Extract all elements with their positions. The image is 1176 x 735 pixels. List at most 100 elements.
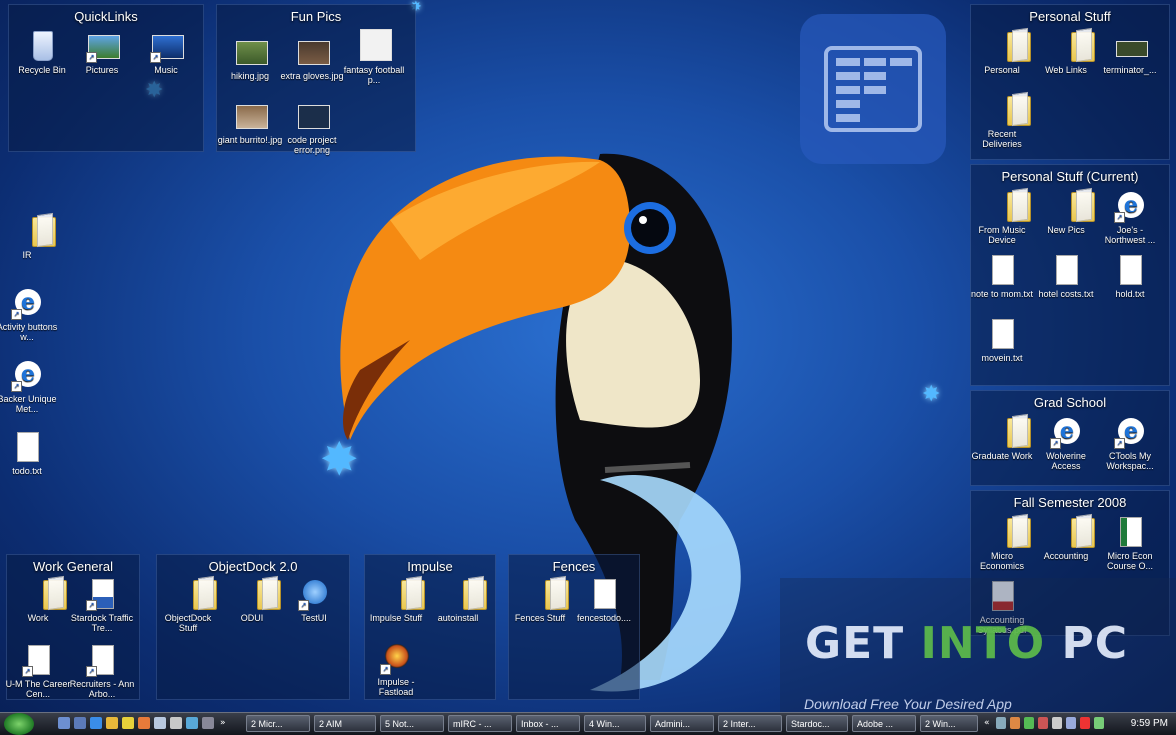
fence-fences[interactable]: Fences Fences Stuff fencestodo....: [508, 554, 640, 700]
image-thumbnail-icon: [296, 35, 330, 69]
switch-windows-icon[interactable]: [74, 717, 86, 729]
video-file-icon: [1114, 29, 1148, 63]
icon-label: Fences Stuff: [514, 613, 566, 623]
link-recruiters-ann-arbor[interactable]: ↗ Recruiters - Ann Arbo...: [69, 643, 135, 699]
tray-security-icon[interactable]: [1010, 717, 1020, 729]
taskbar-button-aim[interactable]: 2 AIM: [314, 715, 376, 732]
icon-label: Accounting: [1043, 551, 1089, 561]
file-icon-fantasy-football[interactable]: fantasy football p...: [341, 29, 407, 85]
taskbar-button-win[interactable]: 2 Win...: [920, 715, 978, 732]
folder-objectdock-stuff[interactable]: ObjectDock Stuff: [155, 577, 221, 633]
tray-arrow-icon[interactable]: «: [984, 717, 992, 729]
folder-new-pics[interactable]: New Pics: [1033, 189, 1099, 235]
desktop-link-backer[interactable]: e ↗ Backer Unique Met...: [0, 358, 60, 414]
media-player-icon[interactable]: [138, 717, 150, 729]
tray-update-icon[interactable]: [1038, 717, 1048, 729]
fence-impulse[interactable]: Impulse Impulse Stuff autoinstall ↗ Impu…: [364, 554, 496, 700]
fence-title: Personal Stuff (Current): [1001, 169, 1139, 184]
tray-volume-icon[interactable]: [1052, 717, 1062, 729]
tray-extra-icon[interactable]: [1094, 717, 1104, 729]
network-icon[interactable]: [186, 717, 198, 729]
file-fencestodo[interactable]: fencestodo....: [571, 577, 637, 623]
icon-label: ODUI: [240, 613, 264, 623]
taskbar-clock[interactable]: 9:59 PM: [1131, 713, 1168, 735]
desktop-folder-ir[interactable]: IR: [0, 214, 60, 260]
tray-network-icon[interactable]: [996, 717, 1006, 729]
icon-label: Wolverine Access: [1046, 451, 1086, 471]
watermark-tagline: Download Free Your Desired App: [804, 696, 1012, 712]
file-icon-extra-gloves[interactable]: extra gloves.jpg: [279, 35, 345, 81]
link-stardock-traffic[interactable]: ↗ Stardock Traffic Tre...: [69, 577, 135, 633]
file-movein[interactable]: movein.txt: [969, 317, 1035, 363]
taskbar-button-adobe[interactable]: Adobe ...: [852, 715, 916, 732]
tray-power-icon[interactable]: [1066, 717, 1076, 729]
fence-fun-pics[interactable]: Fun Pics hiking.jpg extra gloves.jpg fan…: [216, 4, 416, 155]
folder-micro-economics[interactable]: Micro Economics: [969, 515, 1035, 571]
icon-label: IR: [22, 250, 32, 260]
icon-label: Recent Deliveries: [982, 129, 1022, 149]
file-hold[interactable]: hold.txt: [1097, 253, 1163, 299]
file-hotel-costs[interactable]: hotel costs.txt: [1033, 253, 1099, 299]
folder-recent-deliveries[interactable]: Recent Deliveries: [969, 93, 1035, 149]
fence-personal-stuff-current[interactable]: Personal Stuff (Current) From Music Devi…: [970, 164, 1170, 386]
file-icon-hiking[interactable]: hiking.jpg: [217, 35, 283, 81]
folder-work[interactable]: Work: [5, 577, 71, 623]
folder-from-music-device[interactable]: From Music Device: [969, 189, 1035, 245]
fence-grad-school[interactable]: Grad School Graduate Work e ↗ Wolverine A…: [970, 390, 1170, 486]
folder-web-links[interactable]: Web Links: [1033, 29, 1099, 75]
folder-impulse-stuff[interactable]: Impulse Stuff: [363, 577, 429, 623]
folder-odui[interactable]: ODUI: [219, 577, 285, 623]
tray-app-icon[interactable]: [1080, 717, 1090, 729]
watermark-logo: GET INTO PC: [805, 618, 1128, 669]
taskbar-button-admin[interactable]: Admini...: [650, 715, 714, 732]
start-button[interactable]: [4, 713, 34, 735]
app-impulse-fastload[interactable]: ↗ Impulse -Fastload: [363, 641, 429, 697]
folder-accounting[interactable]: Accounting: [1033, 515, 1099, 561]
quicklaunch-more-icon[interactable]: »: [220, 717, 228, 729]
calculator-icon[interactable]: [170, 717, 182, 729]
desktop-file-todo[interactable]: todo.txt: [0, 430, 60, 476]
taskbar-button-internet[interactable]: 2 Inter...: [718, 715, 782, 732]
link-joes-northwest[interactable]: e ↗ Joe's - Northwest ...: [1097, 189, 1163, 245]
fence-work-general[interactable]: Work General Work ↗ Stardock Traffic Tre…: [6, 554, 140, 700]
desktop-icon-music[interactable]: ↗ Music: [133, 29, 199, 75]
show-desktop-icon[interactable]: [58, 717, 70, 729]
fence-quicklinks[interactable]: QuickLinks Recycle Bin ↗ Pictures ↗ Musi…: [8, 4, 204, 152]
computer-icon[interactable]: [154, 717, 166, 729]
app-testui[interactable]: ↗ TestUI: [281, 577, 347, 623]
fence-personal-stuff[interactable]: Personal Stuff Personal Web Links termin…: [970, 4, 1170, 160]
messenger-icon[interactable]: [106, 717, 118, 729]
internet-explorer-icon[interactable]: [90, 717, 102, 729]
link-wolverine-access[interactable]: e ↗ Wolverine Access: [1033, 415, 1099, 471]
file-note-to-mom[interactable]: note to mom.txt: [969, 253, 1035, 299]
folder-autoinstall[interactable]: autoinstall: [425, 577, 491, 623]
file-icon-terminator[interactable]: terminator_...: [1097, 29, 1163, 75]
aim-icon[interactable]: [122, 717, 134, 729]
icon-label: Recycle Bin: [18, 65, 66, 75]
taskbar-button-notepad[interactable]: 5 Not...: [380, 715, 444, 732]
file-icon-code-project-error[interactable]: code project error.png: [279, 99, 345, 155]
folder-personal[interactable]: Personal: [969, 29, 1035, 75]
word-doc-icon: ↗: [86, 577, 118, 611]
folder-graduate-work[interactable]: Graduate Work: [969, 415, 1035, 461]
folder-icon: [986, 189, 1031, 223]
taskbar-button-stardock[interactable]: Stardoc...: [786, 715, 848, 732]
folder-fences-stuff[interactable]: Fences Stuff: [507, 577, 573, 623]
fence-objectdock[interactable]: ObjectDock 2.0 ObjectDock Stuff ODUI ↗ T…: [156, 554, 350, 700]
taskbar-button-inbox[interactable]: Inbox - ...: [516, 715, 580, 732]
taskbar-button-windows[interactable]: 4 Win...: [584, 715, 646, 732]
taskbar-button-word[interactable]: 2 Micr...: [246, 715, 310, 732]
desktop-icon-pictures[interactable]: ↗ Pictures: [69, 29, 135, 75]
link-um-career-center[interactable]: ↗ U-M The Career Cen...: [5, 643, 71, 699]
desktop-icon-recycle-bin[interactable]: Recycle Bin: [9, 29, 75, 75]
dock-app-tile[interactable]: [800, 14, 946, 164]
tray-messenger-icon[interactable]: [1024, 717, 1034, 729]
folder-icon: [986, 93, 1031, 127]
settings-icon[interactable]: [202, 717, 214, 729]
file-icon-giant-burrito[interactable]: giant burrito!.jpg: [217, 99, 283, 145]
icon-label: Stardock Traffic Tre...: [70, 613, 134, 633]
desktop-link-activity-buttons[interactable]: e ↗ Activity buttons w...: [0, 286, 60, 342]
taskbar-button-mirc[interactable]: mIRC - ...: [448, 715, 512, 732]
file-micro-econ-course[interactable]: Micro Econ Course O...: [1097, 515, 1163, 571]
link-ctools-workspace[interactable]: e ↗ CTools My Workspac...: [1097, 415, 1163, 471]
